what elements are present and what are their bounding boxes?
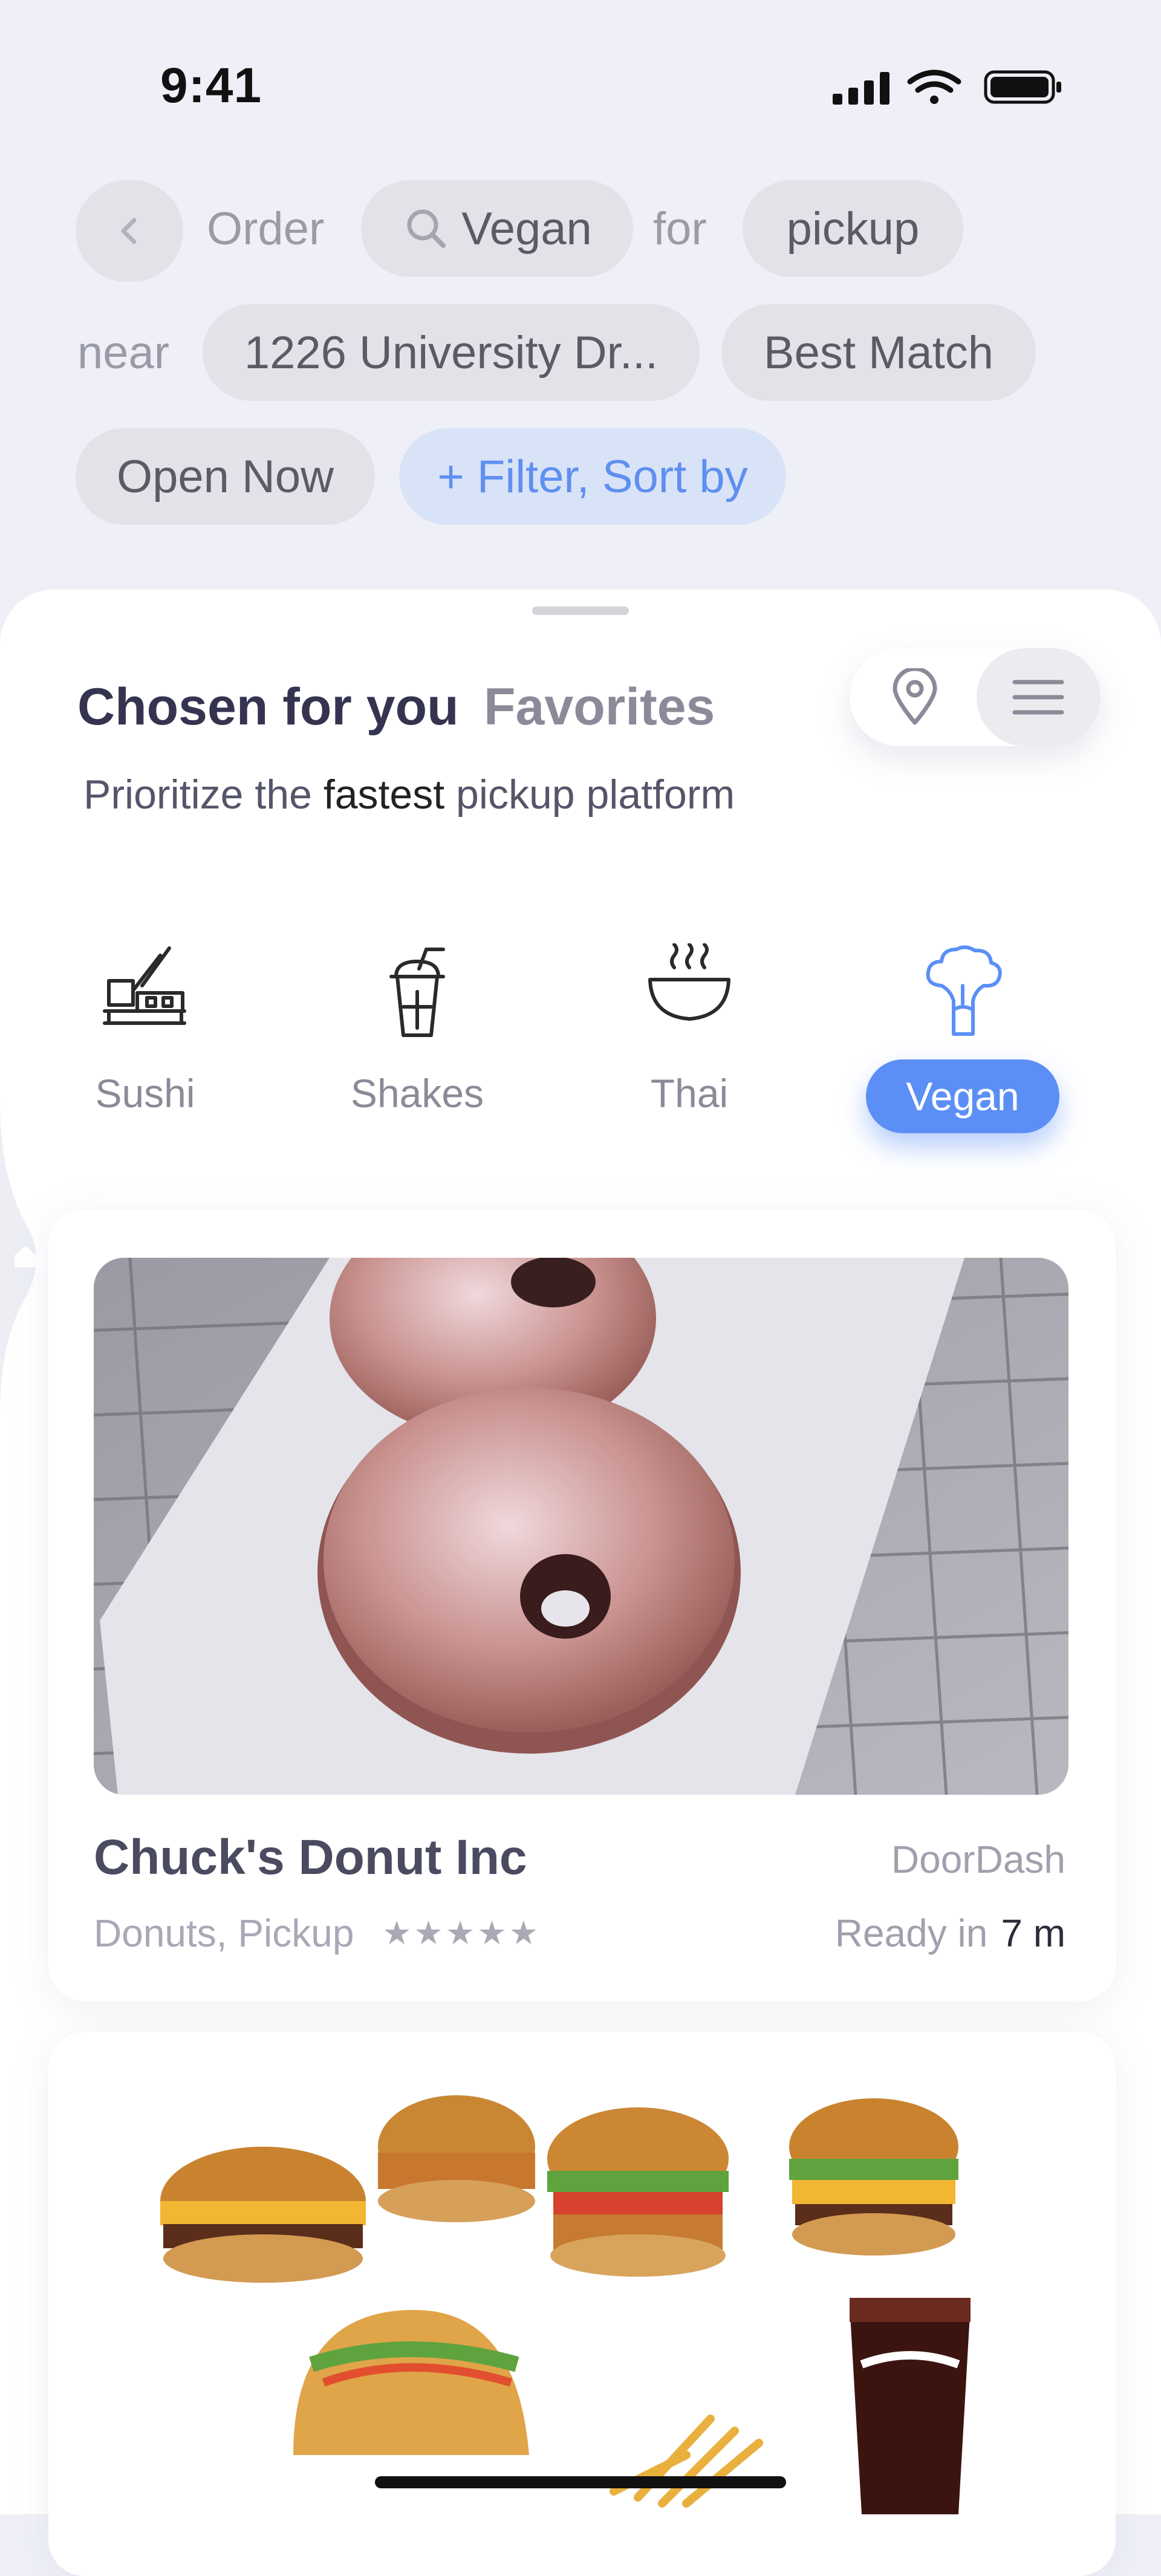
sheet-grabber[interactable] bbox=[532, 607, 629, 615]
sheet-subtitle: Prioritize the fastest pickup platform bbox=[83, 772, 735, 818]
restaurant-name: Chuck's Donut Inc bbox=[94, 1830, 527, 1885]
shake-cup-icon bbox=[389, 948, 445, 1037]
tab-favorites[interactable]: Favorites bbox=[484, 677, 715, 737]
donut-photo-image bbox=[94, 1258, 1068, 1795]
query-word-for: for bbox=[653, 203, 707, 255]
restaurant-photo bbox=[94, 2080, 1068, 2514]
search-icon bbox=[407, 209, 446, 248]
category-sushi-label: Sushi bbox=[95, 1071, 195, 1116]
rating-stars: ★★★★★ bbox=[382, 1915, 541, 1951]
status-icons bbox=[833, 70, 1061, 105]
signal-icon bbox=[833, 72, 889, 105]
search-chip[interactable]: Vegan bbox=[361, 180, 633, 277]
back-button[interactable] bbox=[76, 180, 183, 282]
category-thai-label: Thai bbox=[650, 1071, 729, 1116]
list-icon bbox=[1012, 680, 1064, 715]
restaurant-tags: Donuts, Pickup bbox=[94, 1911, 354, 1955]
soup-bowl-icon bbox=[648, 943, 730, 1021]
status-time: 9:41 bbox=[160, 58, 262, 113]
category-shakes-label: Shakes bbox=[350, 1071, 484, 1116]
wifi-icon bbox=[907, 70, 961, 104]
open-now-chip[interactable]: Open Now bbox=[76, 428, 375, 525]
restaurant-photo bbox=[94, 1258, 1068, 1795]
filter-sort-button[interactable]: + Filter, Sort by bbox=[399, 428, 786, 525]
search-value: Vegan bbox=[461, 203, 592, 255]
ready-time: Ready in 7 m bbox=[834, 1911, 1065, 1955]
sort-chip[interactable]: Best Match bbox=[721, 304, 1036, 401]
map-pin-icon[interactable] bbox=[888, 668, 942, 726]
mode-chip[interactable]: pickup bbox=[743, 180, 963, 277]
side-drawer-handle[interactable] bbox=[0, 1101, 48, 1415]
query-word-near: near bbox=[77, 327, 170, 379]
home-indicator[interactable] bbox=[375, 2476, 786, 2488]
address-chip[interactable]: 1226 University Dr... bbox=[203, 304, 700, 401]
sushi-icon bbox=[103, 946, 186, 1025]
category-vegan-pill: Vegan bbox=[866, 1059, 1059, 1133]
broccoli-icon bbox=[926, 945, 1002, 1036]
query-word-order: Order bbox=[207, 203, 325, 255]
chevron-left-icon bbox=[121, 218, 137, 244]
restaurant-platform: DoorDash bbox=[891, 1838, 1065, 1881]
tab-chosen-for-you[interactable]: Chosen for you bbox=[77, 677, 459, 737]
burger-photo-image bbox=[94, 2080, 1068, 2514]
battery-icon bbox=[984, 70, 1061, 104]
